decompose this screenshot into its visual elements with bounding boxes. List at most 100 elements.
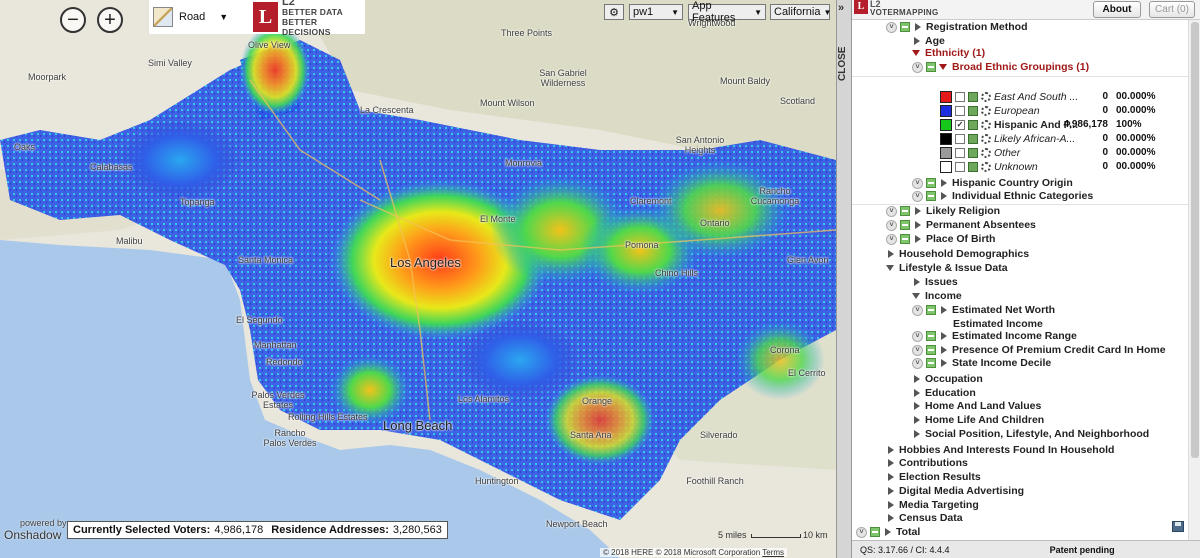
tree-item-individual-ethnic-categories[interactable]: ˅ Individual Ethnic Categories (912, 189, 1093, 203)
tree-item-home-land-values[interactable]: Home And Land Values (912, 399, 1041, 413)
collapse-arrow-icon[interactable] (886, 263, 896, 273)
expand-arrow-icon[interactable] (913, 206, 923, 216)
collapse-icon[interactable]: ˅ (886, 205, 897, 217)
expand-arrow-icon[interactable] (913, 22, 923, 32)
color-swatch[interactable] (940, 133, 952, 145)
color-swatch[interactable] (940, 161, 952, 173)
ethnic-group-row[interactable]: Other (940, 146, 1020, 160)
about-button[interactable]: About (1093, 1, 1141, 18)
settings-icon[interactable] (981, 148, 991, 158)
collapse-icon[interactable]: ˅ (912, 357, 923, 369)
tree-item-broad-ethnic-groupings[interactable]: ˅ Broad Ethnic Groupings (1) (912, 60, 1089, 74)
cart-button[interactable]: Cart (0) (1149, 1, 1195, 18)
tree-item-state-income-decile[interactable]: ˅ State Income Decile (912, 356, 1051, 370)
expand-arrow-icon[interactable] (939, 191, 949, 201)
expand-arrow-icon[interactable] (886, 513, 896, 523)
ethnic-group-row[interactable]: European (940, 104, 1040, 118)
collapse-icon[interactable]: ˅ (886, 21, 897, 33)
state-select[interactable]: California ▼ (770, 4, 831, 20)
collapse-arrow-icon[interactable] (912, 291, 922, 301)
collapse-icon[interactable]: ˅ (856, 526, 867, 538)
select-checkbox[interactable]: ✓ (955, 120, 965, 130)
expand-arrow-icon[interactable] (913, 234, 923, 244)
tree-item-ethnicity[interactable]: Ethnicity (1) (912, 46, 985, 60)
expand-arrow-icon[interactable] (939, 358, 949, 368)
tree-item-place-of-birth[interactable]: ˅ Place Of Birth (886, 232, 995, 246)
collapse-icon[interactable]: ˅ (912, 330, 923, 342)
tree-item-likely-religion[interactable]: ˅ Likely Religion (886, 204, 1000, 218)
tree-item-digital-media-advertising[interactable]: Digital Media Advertising (886, 484, 1024, 498)
tree-item-premium-credit-card[interactable]: ˅ Presence Of Premium Credit Card In Hom… (912, 343, 1166, 357)
expand-arrow-icon[interactable] (912, 374, 922, 384)
expand-arrow-icon[interactable] (939, 331, 949, 341)
people-icon[interactable] (968, 92, 978, 102)
tree-item-election-results[interactable]: Election Results (886, 470, 981, 484)
zoom-out-button[interactable]: − (60, 7, 86, 33)
settings-icon[interactable] (981, 120, 991, 130)
collapse-icon[interactable]: ˅ (912, 304, 923, 316)
settings-icon[interactable] (981, 106, 991, 116)
tree-item-census-data[interactable]: Census Data (886, 511, 963, 525)
expand-arrow-icon[interactable] (939, 305, 949, 315)
expand-arrow-icon[interactable] (939, 345, 949, 355)
expand-arrow-icon[interactable] (912, 388, 922, 398)
color-swatch[interactable] (940, 119, 952, 131)
people-icon[interactable] (968, 134, 978, 144)
panel-scrollbar[interactable] (1188, 20, 1200, 540)
collapse-arrow-icon[interactable] (939, 62, 949, 72)
people-icon[interactable] (968, 106, 978, 116)
tree-item-occupation[interactable]: Occupation (912, 372, 983, 386)
people-icon[interactable] (968, 162, 978, 172)
zoom-in-button[interactable]: + (97, 7, 123, 33)
tree-item-hispanic-country-origin[interactable]: ˅ Hispanic Country Origin (912, 176, 1073, 190)
expand-arrow-icon[interactable] (886, 500, 896, 510)
scrollbar-thumb[interactable] (1191, 22, 1199, 458)
save-icon[interactable] (1172, 521, 1184, 532)
app-features-select[interactable]: App Features ▼ (688, 0, 766, 24)
toggle-icon[interactable] (900, 220, 910, 230)
expand-arrow-icon[interactable] (886, 458, 896, 468)
toggle-icon[interactable] (926, 178, 936, 188)
expand-arrow-icon[interactable] (886, 472, 896, 482)
collapse-icon[interactable]: ˅ (912, 177, 923, 189)
color-swatch[interactable] (940, 105, 952, 117)
people-icon[interactable] (968, 120, 978, 130)
tree-item-total[interactable]: ˅ Total (856, 525, 920, 539)
tree-item-home-life-children[interactable]: Home Life And Children (912, 413, 1044, 427)
basemap-selector[interactable]: Road ▼ (149, 0, 249, 34)
expand-arrow-icon[interactable] (912, 415, 922, 425)
tree-item-household-demographics[interactable]: Household Demographics (886, 247, 1029, 261)
toggle-icon[interactable] (926, 62, 936, 72)
color-swatch[interactable] (940, 91, 952, 103)
toggle-icon[interactable] (926, 305, 936, 315)
toggle-icon[interactable] (926, 358, 936, 368)
expand-arrow-icon[interactable] (913, 220, 923, 230)
tree-item-social-position[interactable]: Social Position, Lifestyle, And Neighbor… (912, 427, 1149, 441)
tree-item-media-targeting[interactable]: Media Targeting (886, 498, 979, 512)
tree-item-income[interactable]: Income (912, 289, 962, 303)
select-checkbox[interactable] (955, 162, 965, 172)
toggle-icon[interactable] (870, 527, 880, 537)
session-select[interactable]: pw1 ▼ (629, 4, 683, 20)
tree-item-lifestyle-issue-data[interactable]: Lifestyle & Issue Data (886, 261, 1008, 275)
settings-icon[interactable] (981, 162, 991, 172)
select-checkbox[interactable] (955, 106, 965, 116)
tree-item-estimated-income-range[interactable]: ˅ Estimated Income Range (912, 329, 1077, 343)
tree-item-estimated-net-worth[interactable]: ˅ Estimated Net Worth (912, 303, 1055, 317)
expand-arrow-icon[interactable] (883, 527, 893, 537)
tree-item-hobbies-interests[interactable]: Hobbies And Interests Found In Household (886, 443, 1114, 457)
tree-item-issues[interactable]: Issues (912, 275, 958, 289)
expand-arrow-icon[interactable] (912, 429, 922, 439)
toggle-icon[interactable] (926, 345, 936, 355)
terms-link[interactable]: Terms (762, 548, 784, 557)
toggle-icon[interactable] (900, 234, 910, 244)
collapse-icon[interactable]: ˅ (912, 61, 923, 73)
collapse-icon[interactable]: ˅ (912, 344, 923, 356)
settings-button[interactable]: ⚙ (604, 4, 624, 20)
collapse-icon[interactable]: ˅ (886, 219, 897, 231)
collapse-icon[interactable]: ˅ (886, 233, 897, 245)
toggle-icon[interactable] (926, 331, 936, 341)
expand-arrow-icon[interactable] (886, 486, 896, 496)
tree-item-contributions[interactable]: Contributions (886, 456, 968, 470)
toggle-icon[interactable] (900, 206, 910, 216)
